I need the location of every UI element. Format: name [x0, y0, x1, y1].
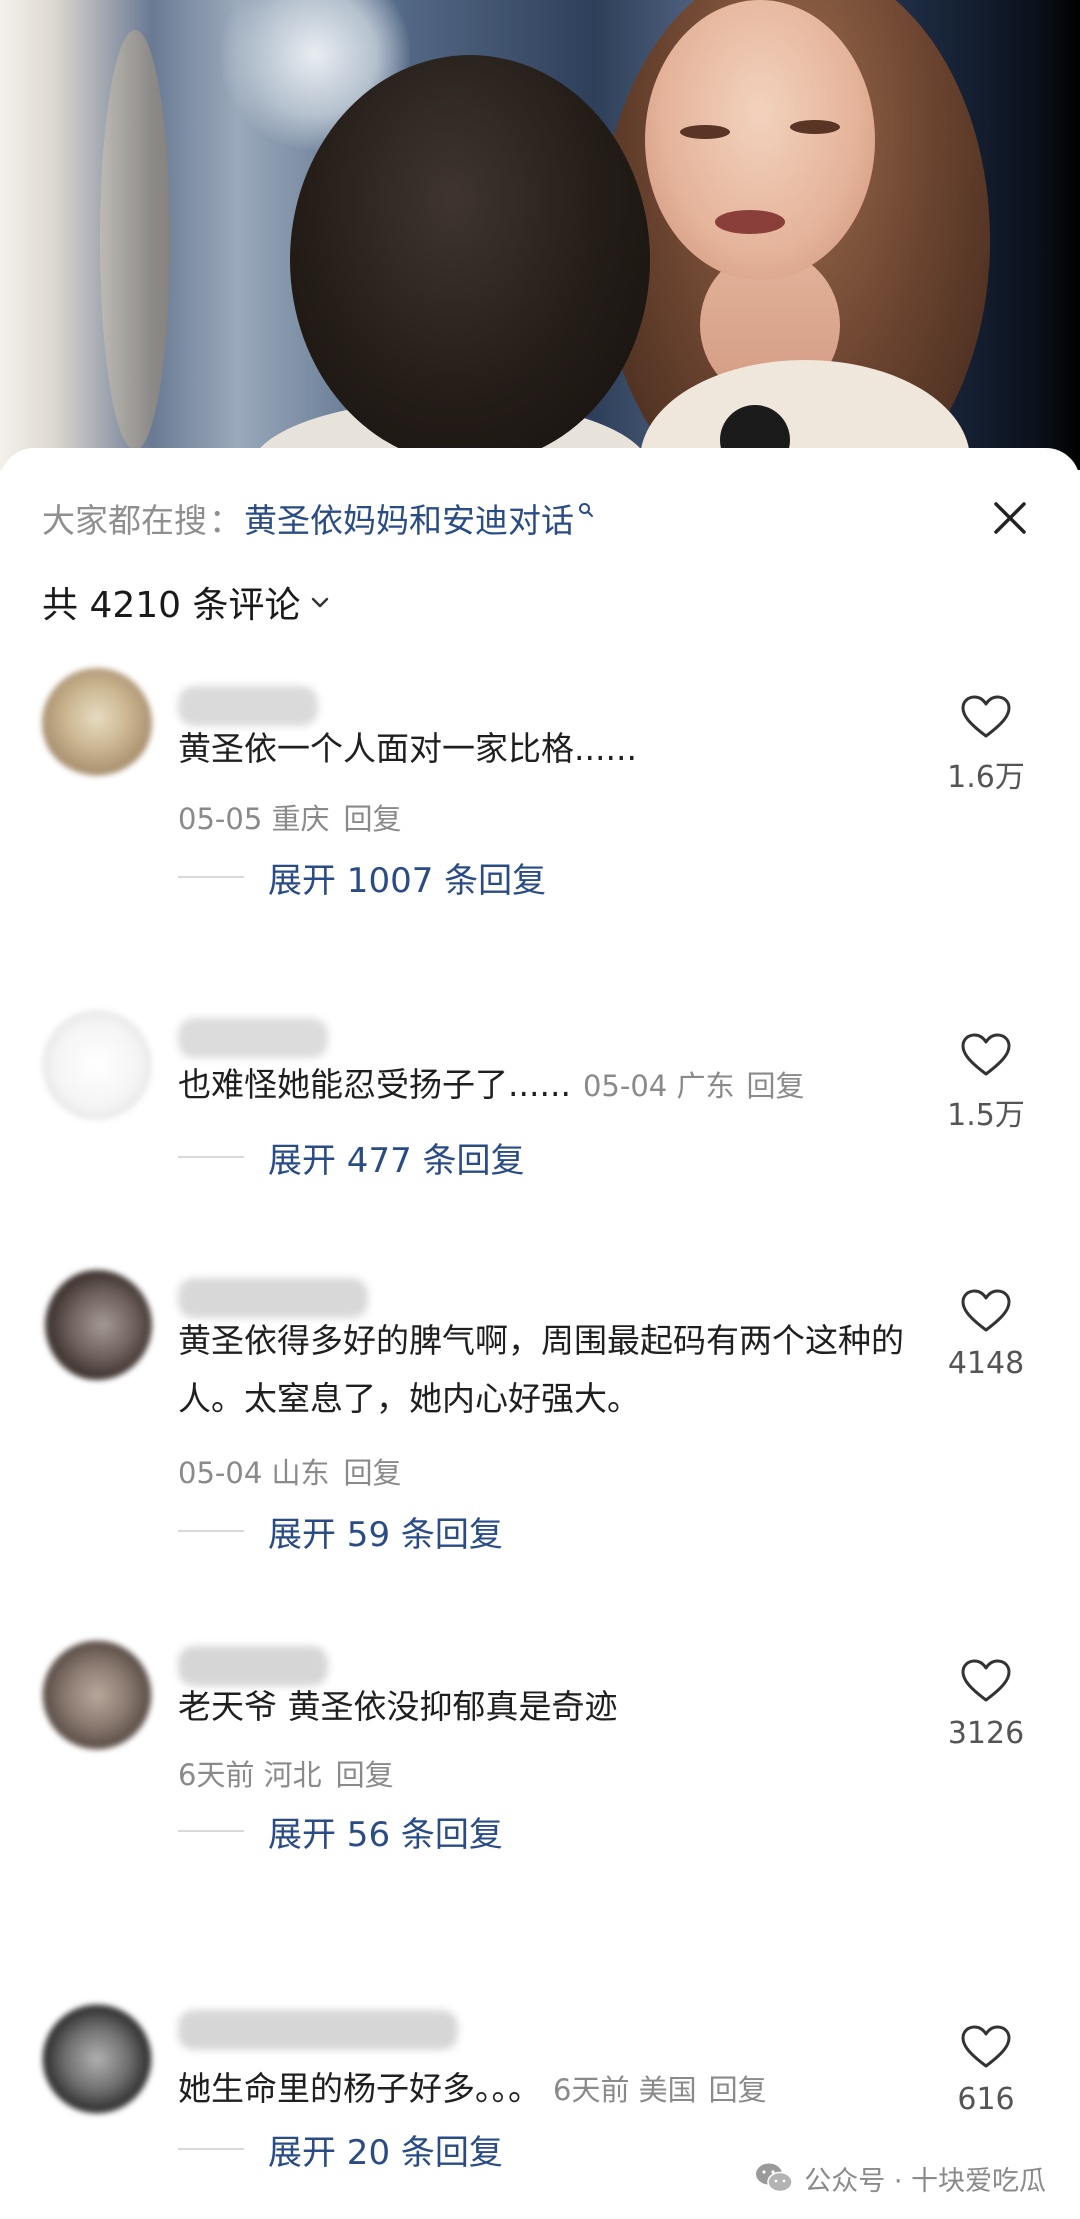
reply-button[interactable]: 回复	[336, 1758, 394, 1792]
expand-replies-label: 展开 1007 条回复	[268, 860, 547, 901]
reply-button[interactable]: 回复	[709, 2073, 767, 2107]
comment-date-location: 05-05 重庆	[178, 802, 330, 836]
like-count: 4148	[947, 1346, 1025, 1381]
like-button[interactable]: 1.6万	[926, 694, 1046, 796]
comment-text-body: 也难怪她能忍受扬子了......	[178, 1065, 571, 1104]
comment-text-body: 她生命里的杨子好多。。。	[178, 2069, 541, 2108]
reply-button[interactable]: 回复	[344, 802, 402, 836]
comment-text: 黄圣依一个人面对一家比格......	[178, 729, 637, 768]
wechat-icon	[756, 2163, 793, 2193]
trending-search-colon: ：	[209, 501, 242, 540]
expand-replies-label: 展开 56 条回复	[268, 1814, 503, 1855]
comment-date-location: 6天前 河北	[178, 1758, 322, 1792]
chevron-down-icon	[311, 597, 328, 608]
reply-button[interactable]: 回复	[746, 1069, 804, 1103]
like-count: 3126	[947, 1716, 1025, 1751]
video-person-mouth	[715, 210, 785, 234]
comment-meta: 05-05 重庆 回复	[178, 796, 402, 838]
video-person-eye	[790, 120, 840, 134]
comment-panel: 大家都在搜 ： 黄圣依妈妈和安迪对话 共 4210 条评论 黄圣依一个人面对一家…	[0, 448, 1080, 2219]
trending-search-term[interactable]: 黄圣依妈妈和安迪对话	[244, 494, 574, 542]
comment-count-label: 共 4210 条评论	[42, 585, 301, 626]
avatar[interactable]	[42, 2004, 152, 2114]
comment-meta: 05-04 山东 回复	[178, 1450, 402, 1492]
comment-text: 她生命里的杨子好多。。。 6天前 美国 回复	[178, 2060, 918, 2119]
heart-icon	[961, 695, 1011, 738]
like-button[interactable]: 3126	[926, 1658, 1046, 1751]
like-button[interactable]: 616	[926, 2024, 1046, 2117]
heart-icon	[961, 1033, 1011, 1076]
like-count: 1.6万	[947, 760, 1025, 795]
divider	[178, 1156, 244, 1158]
divider	[178, 1530, 244, 1532]
watermark: 公众号 · 十块爱吃瓜	[754, 2153, 1046, 2203]
comment-date-location: 6天前 美国	[553, 2073, 697, 2107]
username-blurred[interactable]	[178, 1018, 328, 1058]
comment-text: 老天爷 黄圣依没抑郁真是奇迹	[178, 1687, 618, 1726]
search-icon	[579, 503, 593, 517]
video-frame[interactable]	[0, 0, 1080, 470]
avatar[interactable]	[42, 1640, 152, 1750]
comment-date-location: 05-04 山东	[178, 1456, 330, 1490]
heart-icon	[961, 1659, 1011, 1702]
avatar[interactable]	[42, 1010, 152, 1120]
heart-icon	[961, 1289, 1011, 1332]
watermark-text: 公众号 · 十块爱吃瓜	[804, 2165, 1046, 2197]
expand-replies-label: 展开 59 条回复	[268, 1514, 503, 1555]
comment-date-location: 05-04 广东	[582, 1069, 735, 1103]
expand-replies-label: 展开 477 条回复	[268, 1140, 525, 1181]
avatar[interactable]	[42, 1270, 152, 1380]
video-person-eye	[680, 125, 730, 139]
avatar[interactable]	[42, 668, 152, 778]
like-count: 1.5万	[947, 1098, 1025, 1133]
comment-meta: 6天前 河北 回复	[178, 1752, 394, 1794]
like-button[interactable]: 4148	[926, 1288, 1046, 1381]
heart-icon	[961, 2025, 1011, 2068]
divider	[178, 876, 244, 878]
expand-replies[interactable]: 展开 477 条回复	[178, 1132, 525, 1182]
expand-replies-label: 展开 20 条回复	[268, 2132, 503, 2173]
trending-search-prefix: 大家都在搜	[42, 501, 207, 540]
expand-replies[interactable]: 展开 20 条回复	[178, 2124, 503, 2174]
video-foreground-head	[290, 55, 650, 465]
expand-replies[interactable]: 展开 56 条回复	[178, 1806, 503, 1856]
comment-count[interactable]: 共 4210 条评论	[42, 574, 333, 630]
comment-text: 黄圣依得多好的脾气啊，周围最起码有两个这种的人。太窒息了，她内心好强大。	[178, 1321, 904, 1418]
expand-replies[interactable]: 展开 1007 条回复	[178, 852, 546, 902]
divider	[178, 1830, 244, 1832]
video-background-clock	[100, 30, 170, 450]
username-blurred[interactable]	[178, 2010, 458, 2050]
comment-text: 也难怪她能忍受扬子了...... 05-04 广东 回复	[178, 1056, 918, 1115]
video-person-face	[645, 0, 875, 280]
reply-button[interactable]: 回复	[344, 1456, 402, 1490]
expand-replies[interactable]: 展开 59 条回复	[178, 1506, 503, 1556]
trending-search[interactable]: 大家都在搜 ： 黄圣依妈妈和安迪对话	[42, 490, 594, 546]
like-button[interactable]: 1.5万	[926, 1032, 1046, 1134]
close-icon[interactable]	[982, 490, 1038, 546]
like-count: 616	[957, 2082, 1015, 2117]
divider	[178, 2148, 244, 2150]
